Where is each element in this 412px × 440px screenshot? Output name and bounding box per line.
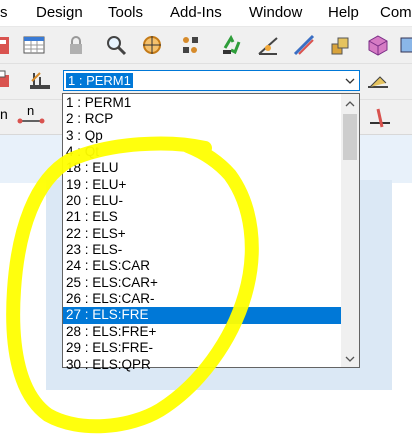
load-case-item[interactable]: 18 : ELU bbox=[63, 160, 341, 176]
cut-tool-icon[interactable] bbox=[368, 105, 392, 129]
structure-icon[interactable] bbox=[398, 33, 412, 57]
chevron-down-icon[interactable] bbox=[341, 71, 359, 90]
load-case-item[interactable]: 24 : ELS:CAR bbox=[63, 258, 341, 274]
menu-help[interactable]: Help bbox=[328, 4, 359, 21]
load-case-item[interactable]: 1 : PERM1 bbox=[63, 95, 341, 111]
calculator-icon[interactable] bbox=[0, 33, 12, 57]
zoom-icon[interactable] bbox=[104, 33, 128, 57]
load-case-item[interactable]: 2 : RCP bbox=[63, 111, 341, 127]
load-case-item[interactable]: 25 : ELS:CAR+ bbox=[63, 275, 341, 291]
load-case-dropdown: 1 : PERM1 2 : RCP 3 : Qp 4 : Qt 18 : ELU 19 :… bbox=[62, 93, 360, 372]
layers-icon[interactable] bbox=[328, 33, 352, 57]
load-case-item[interactable]: 3 : Qp bbox=[63, 128, 341, 144]
menu-partial[interactable]: s bbox=[0, 4, 8, 21]
menu-add-ins[interactable]: Add-Ins bbox=[170, 4, 222, 21]
target-icon[interactable] bbox=[140, 33, 164, 57]
load-case-item[interactable]: 30 : ELS:QPR bbox=[63, 357, 341, 373]
menu-window[interactable]: Window bbox=[249, 4, 302, 21]
move-icon[interactable] bbox=[178, 33, 202, 57]
load-case-list: 1 : PERM1 2 : RCP 3 : Qp 4 : Qt 18 : ELU 19 :… bbox=[63, 95, 341, 373]
cube-icon[interactable] bbox=[366, 33, 390, 57]
scroll-down-icon[interactable] bbox=[341, 350, 359, 367]
load-case-item[interactable]: 23 : ELS- bbox=[63, 242, 341, 258]
load-combination-icon[interactable] bbox=[366, 68, 390, 92]
toolbar-main bbox=[0, 27, 412, 64]
load-case-item[interactable]: 21 : ELS bbox=[63, 209, 341, 225]
load-case-icon[interactable] bbox=[28, 68, 52, 92]
load-case-item[interactable]: 28 : ELS:FRE+ bbox=[63, 324, 341, 340]
lock-icon[interactable] bbox=[64, 33, 88, 57]
menu-com[interactable]: Com bbox=[380, 4, 412, 21]
load-case-combo[interactable]: 1 : PERM1 bbox=[63, 70, 360, 91]
menu-tools[interactable]: Tools bbox=[108, 4, 143, 21]
recycle-icon[interactable] bbox=[220, 33, 244, 57]
load-case-item[interactable]: 4 : Qt bbox=[63, 144, 341, 160]
load-case-item[interactable]: 27 : ELS:FRE bbox=[63, 307, 341, 324]
table-icon[interactable] bbox=[22, 33, 46, 57]
measure-icon[interactable] bbox=[256, 33, 280, 57]
row3-partial-text: n bbox=[0, 106, 8, 122]
load-case-item[interactable]: 19 : ELU+ bbox=[63, 177, 341, 193]
load-case-item[interactable]: 22 : ELS+ bbox=[63, 226, 341, 242]
dropdown-scrollbar[interactable] bbox=[341, 94, 359, 367]
load-case-item[interactable]: 29 : ELS:FRE- bbox=[63, 340, 341, 356]
node-tool-label: n bbox=[27, 103, 35, 118]
scroll-thumb[interactable] bbox=[343, 114, 357, 160]
load-case-combo-value: 1 : PERM1 bbox=[66, 73, 133, 88]
menu-bar: s Design Tools Add-Ins Window Help Com bbox=[0, 0, 412, 27]
beam-icon[interactable] bbox=[292, 33, 316, 57]
load-case-item[interactable]: 20 : ELU- bbox=[63, 193, 341, 209]
print-icon[interactable] bbox=[0, 68, 12, 92]
scroll-up-icon[interactable] bbox=[341, 95, 359, 112]
load-case-item[interactable]: 26 : ELS:CAR- bbox=[63, 291, 341, 307]
menu-design[interactable]: Design bbox=[36, 4, 83, 21]
